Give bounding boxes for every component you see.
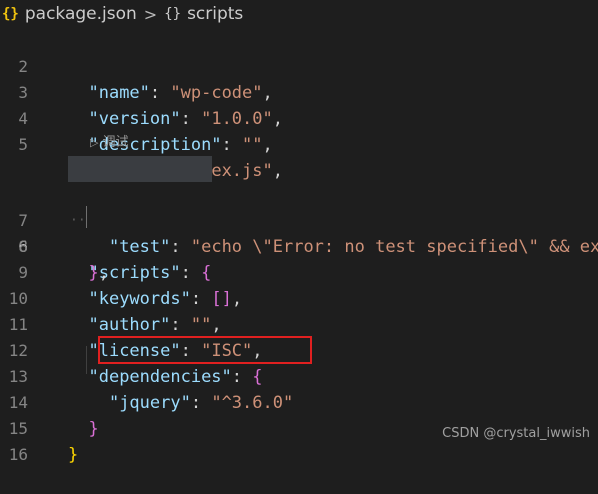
code-line[interactable]: 2 "name": "wp-code",	[0, 28, 598, 103]
close-brace: }	[68, 445, 79, 465]
code-line[interactable]: 11 "license": "ISC",	[0, 286, 598, 361]
breadcrumb: {} package.json > {} scripts	[0, 0, 598, 28]
breadcrumb-file[interactable]: package.json	[25, 4, 137, 24]
code-line[interactable]: 14 }	[0, 364, 598, 439]
chevron-right-icon: >	[143, 4, 158, 24]
comma: ,	[262, 135, 273, 155]
colon: :	[221, 135, 243, 155]
code-line[interactable]: 8 },	[0, 208, 598, 283]
code-line[interactable]: 3 "version": "1.0.0",	[0, 54, 598, 129]
code-line[interactable]: 12 "dependencies": {	[0, 312, 598, 387]
line-number: 5	[18, 135, 28, 154]
breadcrumb-symbol[interactable]: scripts	[187, 4, 243, 24]
code-line[interactable]: 4 "description": "",	[0, 80, 598, 155]
debug-codelens-label: 调试	[102, 135, 129, 150]
code-line[interactable]: 9 "keywords": [],	[0, 234, 598, 309]
code-editor[interactable]: 2 "name": "wp-code", 3 "version": "1.0.0…	[0, 28, 598, 465]
debug-codelens[interactable]: ▷ 调试	[90, 130, 128, 156]
json-string: ""	[242, 135, 263, 155]
code-line[interactable]: 15 }	[0, 390, 598, 465]
highlight-box	[98, 336, 312, 364]
line-number: 16	[8, 445, 28, 464]
code-line[interactable]: 10 "author": "",	[0, 260, 598, 335]
code-line-active[interactable]: ·· 6 "scripts": {	[0, 156, 598, 283]
json-file-icon: {}	[2, 6, 19, 22]
play-icon: ▷	[90, 136, 99, 149]
code-line[interactable]: 5 "main": "index.js",	[0, 106, 598, 181]
object-symbol-icon: {}	[164, 6, 182, 22]
watermark: CSDN @crystal_iwwish	[442, 426, 590, 441]
code-line[interactable]: 7 "test": "echo \"Error: no test specifi…	[0, 182, 598, 257]
line-highlight	[68, 156, 212, 182]
